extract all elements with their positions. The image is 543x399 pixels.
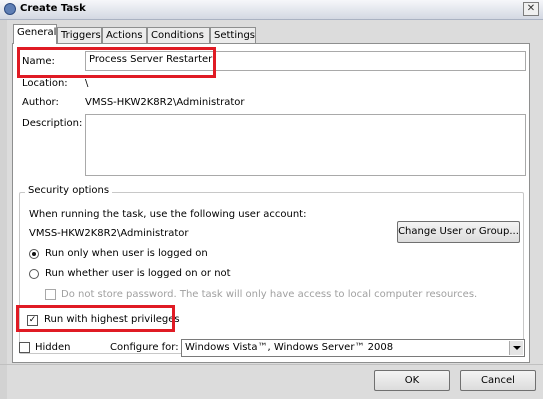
account-prompt: When running the task, use the following… <box>29 209 307 220</box>
security-options-legend: Security options <box>25 185 113 196</box>
tab-actions[interactable]: Actions <box>102 27 147 43</box>
hidden-checkbox[interactable] <box>19 342 30 353</box>
radio-logged-on[interactable] <box>29 249 39 259</box>
no-store-password-checkbox[interactable] <box>45 289 56 300</box>
account-value: VMSS-HKW2K8R2\Administrator <box>29 228 189 239</box>
cancel-button[interactable]: Cancel <box>460 370 536 391</box>
window-title: Create Task <box>20 3 86 14</box>
radio-whether-label: Run whether user is logged on or not <box>45 268 231 279</box>
radio-whether-logged-on[interactable] <box>29 269 39 279</box>
location-value: \ <box>85 78 89 89</box>
title-bar: Create Task ✕ <box>0 0 543 20</box>
chevron-down-icon <box>509 341 523 355</box>
general-tab-panel: Name: Process Server Restarter Location:… <box>12 43 530 363</box>
hidden-label: Hidden <box>35 342 71 353</box>
background-window-edge <box>0 20 7 399</box>
tab-conditions[interactable]: Conditions <box>147 27 210 43</box>
footer-divider <box>0 364 543 365</box>
highlight-name <box>17 47 216 78</box>
location-label: Location: <box>22 78 68 89</box>
tab-triggers[interactable]: Triggers <box>57 27 102 43</box>
tab-settings[interactable]: Settings <box>210 27 256 43</box>
description-field[interactable] <box>85 114 526 176</box>
close-button[interactable]: ✕ <box>523 2 539 16</box>
configure-for-label: Configure for: <box>110 342 179 353</box>
highlight-privileges <box>16 305 175 332</box>
radio-logged-on-label: Run only when user is logged on <box>45 248 208 259</box>
configure-for-select[interactable]: Windows Vista™, Windows Server™ 2008 <box>181 339 525 357</box>
author-label: Author: <box>22 97 59 108</box>
tab-general[interactable]: General <box>13 24 57 44</box>
change-user-button[interactable]: Change User or Group... <box>397 221 520 243</box>
task-scheduler-icon <box>4 3 16 15</box>
description-label: Description: <box>22 118 83 129</box>
author-value: VMSS-HKW2K8R2\Administrator <box>85 97 245 108</box>
no-store-password-label: Do not store password. The task will onl… <box>61 289 478 300</box>
ok-button[interactable]: OK <box>374 370 450 391</box>
configure-for-value: Windows Vista™, Windows Server™ 2008 <box>185 342 394 353</box>
